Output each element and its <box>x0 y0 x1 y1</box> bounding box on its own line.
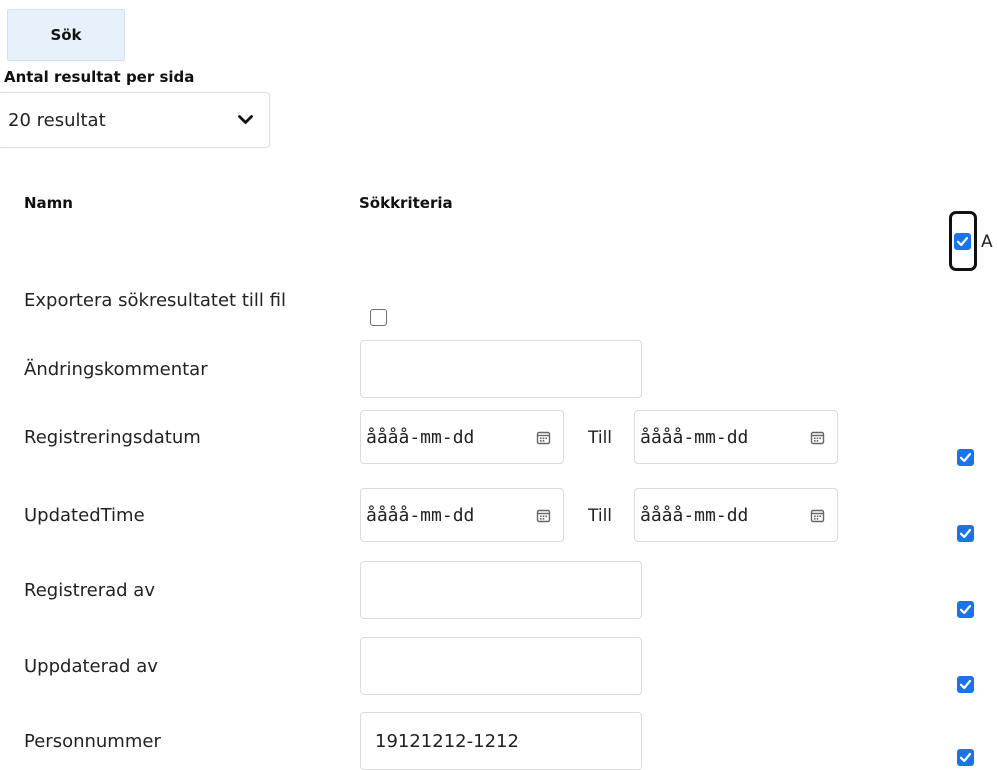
checkmark-icon <box>959 604 972 615</box>
chevron-down-icon <box>238 115 253 124</box>
date-placeholder: åååå-mm-dd <box>640 504 749 526</box>
results-per-page-value: 20 resultat <box>8 109 106 131</box>
registered-by-checkbox[interactable] <box>957 601 974 618</box>
calendar-icon[interactable] <box>536 430 551 445</box>
change-comment-label: Ändringskommentar <box>24 359 208 380</box>
checkmark-icon <box>959 528 972 539</box>
checkmark-icon <box>959 752 972 763</box>
results-per-page-select[interactable]: 20 resultat <box>0 92 270 148</box>
export-label: Exportera sökresultatet till fil <box>24 290 286 311</box>
select-all-label: A <box>981 232 993 252</box>
change-comment-input[interactable] <box>360 340 642 398</box>
select-all-checkbox[interactable] <box>954 233 971 250</box>
date-placeholder: åååå-mm-dd <box>366 426 475 448</box>
date-placeholder: åååå-mm-dd <box>366 504 475 526</box>
calendar-icon[interactable] <box>810 430 825 445</box>
checkmark-icon <box>959 679 972 690</box>
calendar-icon[interactable] <box>536 508 551 523</box>
personal-number-checkbox[interactable] <box>957 749 974 766</box>
updated-time-label: UpdatedTime <box>24 505 145 526</box>
registration-date-to-input[interactable]: åååå-mm-dd <box>634 410 838 464</box>
updated-time-from-input[interactable]: åååå-mm-dd <box>360 488 564 542</box>
registration-date-till-label: Till <box>588 428 613 448</box>
registration-date-label: Registreringsdatum <box>24 427 201 448</box>
updated-by-input[interactable] <box>360 637 642 695</box>
search-button[interactable]: Sök <box>7 9 125 61</box>
personal-number-input[interactable]: 19121212-1212 <box>360 712 642 770</box>
date-placeholder: åååå-mm-dd <box>640 426 749 448</box>
updated-time-to-input[interactable]: åååå-mm-dd <box>634 488 838 542</box>
registration-date-checkbox[interactable] <box>957 449 974 466</box>
updated-by-checkbox[interactable] <box>957 676 974 693</box>
updated-time-checkbox[interactable] <box>957 525 974 542</box>
registration-date-from-input[interactable]: åååå-mm-dd <box>360 410 564 464</box>
registered-by-input[interactable] <box>360 561 642 619</box>
export-checkbox[interactable] <box>370 309 387 326</box>
column-header-criteria: Sökkriteria <box>359 194 453 212</box>
updated-by-label: Uppdaterad av <box>24 656 158 677</box>
checkmark-icon <box>959 452 972 463</box>
checkmark-icon <box>956 236 969 247</box>
results-per-page-label: Antal resultat per sida <box>4 68 195 86</box>
personal-number-label: Personnummer <box>24 731 161 752</box>
registered-by-label: Registrerad av <box>24 580 155 601</box>
updated-time-till-label: Till <box>588 506 613 526</box>
column-header-name: Namn <box>24 194 73 212</box>
calendar-icon[interactable] <box>810 508 825 523</box>
